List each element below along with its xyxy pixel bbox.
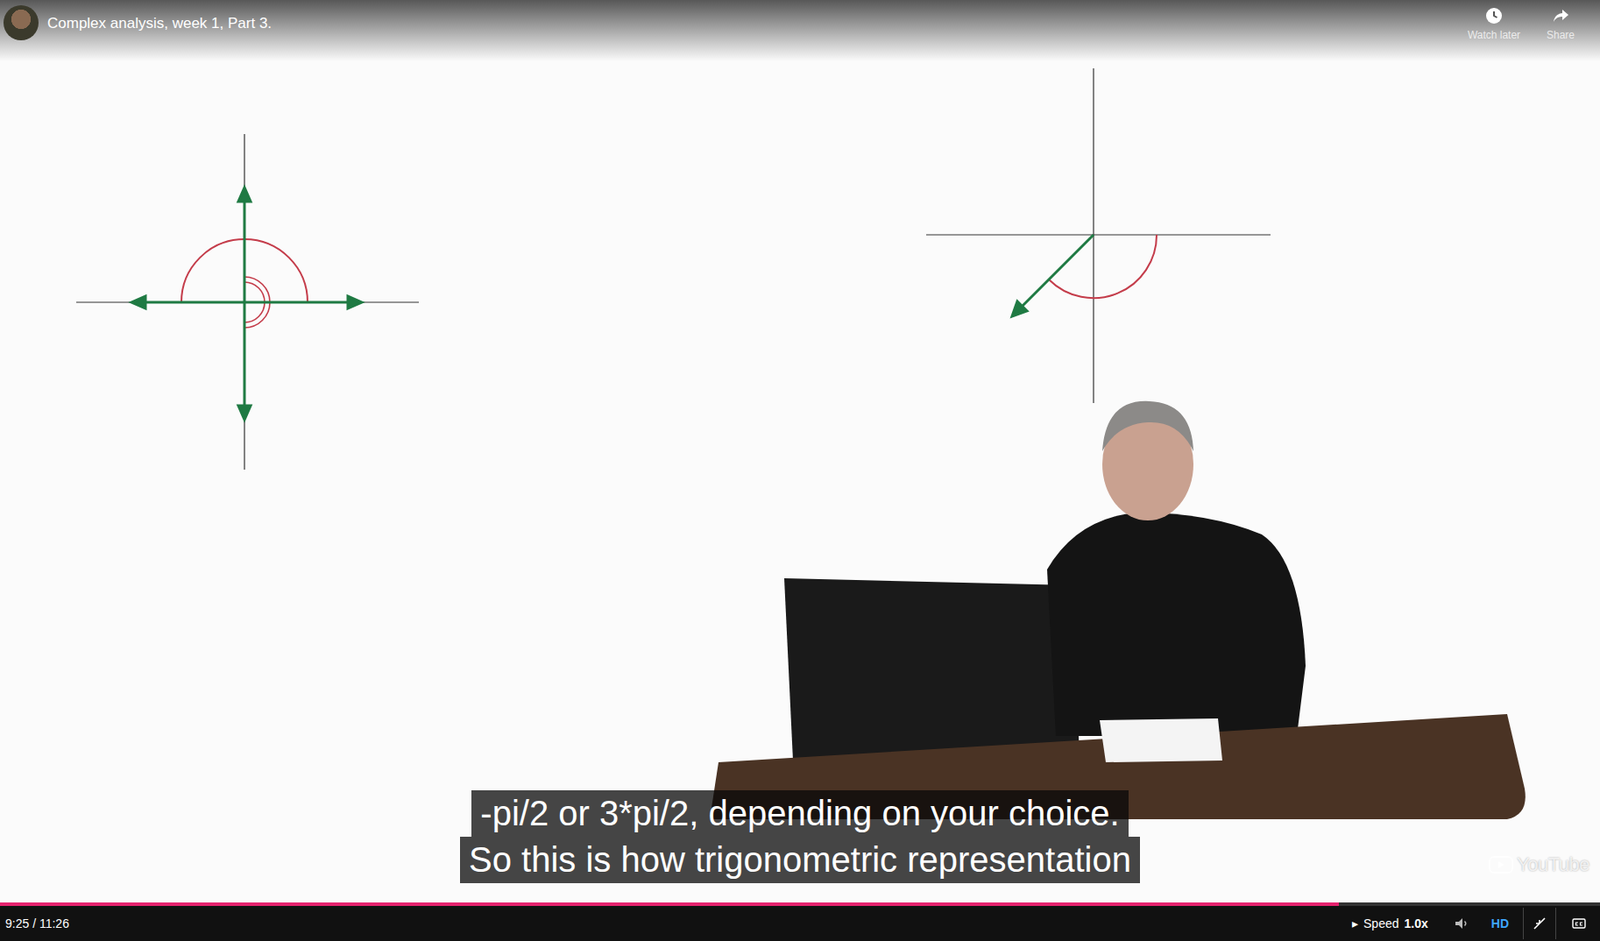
watermark-text: YouTube bbox=[1516, 853, 1590, 877]
youtube-watermark[interactable]: YouTube bbox=[1488, 853, 1590, 877]
speed-value: 1.0x bbox=[1404, 916, 1429, 931]
minimize-icon bbox=[1531, 915, 1548, 932]
top-action-button[interactable]: Watch later bbox=[1466, 5, 1522, 42]
captions-button[interactable] bbox=[1563, 907, 1595, 940]
caption-line: -pi/2 or 3*pi/2, depending on your choic… bbox=[471, 790, 1128, 837]
video-player[interactable]: Complex analysis, week 1, Part 3.Watch l… bbox=[0, 0, 1600, 941]
progress-fill bbox=[0, 902, 1339, 907]
quality-button[interactable]: HD bbox=[1484, 916, 1516, 931]
caption-line: So this is how trigonometric representat… bbox=[460, 836, 1140, 884]
top-actions: Watch later Share bbox=[1466, 5, 1592, 42]
title-bar: Complex analysis, week 1, Part 3.Watch l… bbox=[0, 0, 1600, 62]
cc-icon bbox=[1571, 915, 1587, 932]
video-title[interactable]: Complex analysis, week 1, Part 3. bbox=[47, 5, 1459, 33]
progress-bar[interactable] bbox=[0, 902, 1600, 907]
volume-icon bbox=[1453, 915, 1470, 932]
top-action-button[interactable]: Share bbox=[1533, 5, 1588, 42]
control-bar: 9:25 / 11:26 ▸ Speed 1.0x HD bbox=[0, 906, 1600, 941]
clock-icon bbox=[1483, 5, 1505, 27]
speed-label: Speed bbox=[1363, 916, 1399, 931]
volume-button[interactable] bbox=[1445, 907, 1478, 940]
action-label: Share bbox=[1546, 28, 1575, 42]
video-frame[interactable]: Complex analysis, week 1, Part 3.Watch l… bbox=[0, 0, 1600, 903]
share-icon bbox=[1550, 5, 1572, 27]
channel-avatar[interactable] bbox=[3, 5, 39, 41]
captions: -pi/2 or 3*pi/2, depending on your choic… bbox=[0, 790, 1600, 884]
exit-fullscreen-button[interactable] bbox=[1522, 907, 1557, 940]
speed-arrow: ▸ bbox=[1352, 916, 1359, 931]
action-label: Watch later bbox=[1467, 28, 1521, 42]
speed-button[interactable]: ▸ Speed 1.0x bbox=[1352, 916, 1439, 931]
time-display: 9:25 / 11:26 bbox=[5, 916, 1346, 931]
lecture-scene bbox=[0, 0, 1600, 903]
